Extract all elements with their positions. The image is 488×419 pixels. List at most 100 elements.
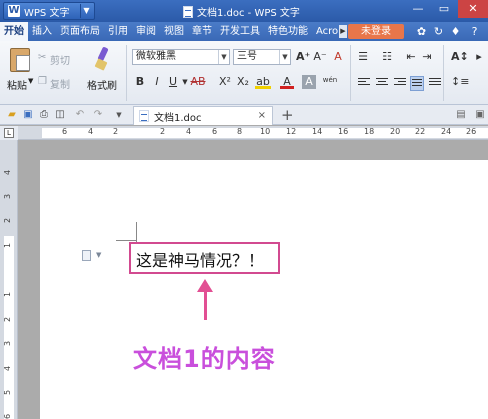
align-right-icon[interactable]	[394, 78, 406, 89]
open-folder-icon[interactable]: ▰	[6, 109, 18, 121]
align-center-icon[interactable]	[376, 78, 388, 89]
bullet-list-icon[interactable]: ☰	[356, 50, 370, 64]
menu-section[interactable]: 章节	[188, 22, 216, 41]
justify-icon[interactable]	[410, 76, 424, 91]
help-button[interactable]: ?	[468, 25, 481, 38]
annotation-label: 文档1的内容	[133, 345, 276, 373]
skin-icon[interactable]: ✿	[415, 25, 428, 38]
align-left-icon[interactable]	[358, 78, 370, 89]
cut-button[interactable]: 剪切	[50, 52, 70, 67]
close-tab-button[interactable]: ×	[258, 110, 266, 121]
ruler-number: 2	[3, 217, 13, 224]
ribbon-separator	[126, 45, 127, 101]
ruler-number: 20	[390, 127, 401, 136]
chevron-down-icon[interactable]: ▼	[96, 251, 101, 259]
document-canvas	[18, 141, 488, 419]
copy-icon: ❐	[38, 76, 47, 87]
close-window-button[interactable]: ✕	[458, 0, 488, 18]
paste-button-label[interactable]: 粘贴	[7, 77, 27, 92]
ruler-number: 22	[415, 127, 426, 136]
text-direction-icon[interactable]: A↕	[451, 50, 469, 64]
ruler-number: 4	[3, 365, 13, 372]
ribbon-toolbar: 粘贴 ▼ ✂ 剪切 ❐ 复制 格式刷 微软雅黑 ▼ 三号 ▼ A⁺ A⁻ A B…	[0, 41, 488, 105]
cut-icon: ✂	[38, 52, 47, 63]
save-icon[interactable]: ▣	[22, 109, 34, 121]
paste-chevron-icon[interactable]: ▼	[28, 77, 33, 85]
highlight-button[interactable]: ab	[255, 75, 271, 89]
print-icon[interactable]: ⎙	[38, 109, 50, 121]
undo-icon[interactable]: ↶	[74, 109, 86, 121]
font-color-button[interactable]: A	[280, 75, 294, 89]
vertical-ruler[interactable]: 4 3 2 1 1 2 3 4 5 6	[0, 140, 18, 419]
horizontal-ruler[interactable]: 6 4 2 2 4 6 8 10 12 14 16 18 20 22 24 26	[18, 126, 488, 140]
quick-access-dropdown-icon[interactable]: ▼	[113, 109, 125, 121]
minimize-button[interactable]: —	[405, 0, 431, 18]
superscript-button[interactable]: X²	[217, 75, 233, 89]
print-preview-icon[interactable]: ◫	[54, 109, 66, 121]
menu-insert[interactable]: 插入	[28, 22, 56, 41]
document-text[interactable]: 这是神马情况？！	[136, 247, 264, 271]
distributed-align-icon[interactable]	[429, 78, 441, 89]
tab-menu-icon[interactable]: ▣	[474, 109, 486, 121]
restore-button[interactable]: ▭	[431, 0, 457, 18]
more-options-icon[interactable]: ▸	[472, 50, 486, 64]
tab-stop-selector[interactable]: L	[4, 128, 14, 138]
menu-features[interactable]: 特色功能	[264, 22, 312, 41]
tab-list-icon[interactable]: ▤	[455, 109, 467, 121]
font-name-select[interactable]: 微软雅黑 ▼	[132, 49, 230, 65]
margin-crop-mark	[136, 222, 137, 242]
redo-icon[interactable]: ↷	[92, 109, 104, 121]
ruler-number: 5	[3, 389, 13, 396]
indent-decrease-icon[interactable]: ⇤	[404, 50, 418, 64]
ruler-number: 16	[338, 127, 349, 136]
tab-document-1[interactable]: 文档1.doc ×	[133, 106, 273, 125]
italic-button[interactable]: I	[150, 75, 164, 89]
ruler-number: 6	[212, 127, 218, 136]
copy-button[interactable]: 复制	[50, 76, 70, 91]
document-page[interactable]	[40, 160, 488, 419]
document-icon	[183, 5, 193, 18]
bold-button[interactable]: B	[133, 75, 147, 89]
grow-font-button[interactable]: A⁺	[296, 50, 310, 64]
ruler-number: 8	[237, 127, 243, 136]
menu-page-layout[interactable]: 页面布局	[56, 22, 104, 41]
font-size-select[interactable]: 三号 ▼	[233, 49, 291, 65]
paragraph-layout-icon[interactable]	[82, 250, 91, 261]
ruler-corner[interactable]: L	[0, 126, 18, 140]
ruler-number: 2	[113, 127, 119, 136]
ruler-number: 18	[364, 127, 375, 136]
wps-app-menu-button[interactable]: W WPS 文字 ▼	[3, 2, 95, 20]
menu-review[interactable]: 审阅	[132, 22, 160, 41]
line-spacing-icon[interactable]: ↕≡	[451, 75, 469, 89]
shrink-font-button[interactable]: A⁻	[313, 50, 327, 64]
chevron-down-icon[interactable]: ▼	[279, 50, 290, 64]
font-size-value: 三号	[237, 51, 257, 62]
menu-acrobat[interactable]: Acro	[312, 22, 342, 41]
menu-view[interactable]: 视图	[160, 22, 188, 41]
chevron-down-icon[interactable]: ▼	[80, 4, 92, 18]
ribbon-separator	[443, 45, 444, 101]
menu-references[interactable]: 引用	[104, 22, 132, 41]
strikethrough-button[interactable]: AB	[188, 75, 208, 89]
menu-developer[interactable]: 开发工具	[216, 22, 264, 41]
login-button[interactable]: 未登录	[348, 24, 404, 39]
ruler-number: 10	[260, 127, 271, 136]
subscript-button[interactable]: X₂	[235, 75, 251, 89]
new-tab-button[interactable]: +	[281, 106, 294, 124]
format-painter-button[interactable]: 格式刷	[87, 77, 117, 92]
indent-increase-icon[interactable]: ⇥	[420, 50, 434, 64]
format-painter-icon[interactable]	[94, 46, 112, 73]
wps-logo-icon: W	[8, 5, 20, 17]
char-shading-button[interactable]: A	[302, 75, 316, 89]
clear-format-button[interactable]: A	[331, 50, 345, 64]
chevron-down-icon[interactable]: ▼	[218, 50, 229, 64]
menu-scroll-right-icon[interactable]: ▶	[339, 25, 347, 38]
shirt-icon[interactable]: ♦	[449, 25, 462, 38]
ruler-number: 4	[88, 127, 94, 136]
menu-home[interactable]: 开始	[0, 22, 28, 41]
paste-icon[interactable]	[10, 48, 30, 72]
phonetic-guide-button[interactable]: wén	[321, 73, 339, 87]
numbered-list-icon[interactable]: ☷	[380, 50, 394, 64]
refresh-icon[interactable]: ↻	[432, 25, 445, 38]
title-bar: W WPS 文字 ▼ 文档1.doc - WPS 文字 — ▭ ✕	[0, 0, 488, 22]
